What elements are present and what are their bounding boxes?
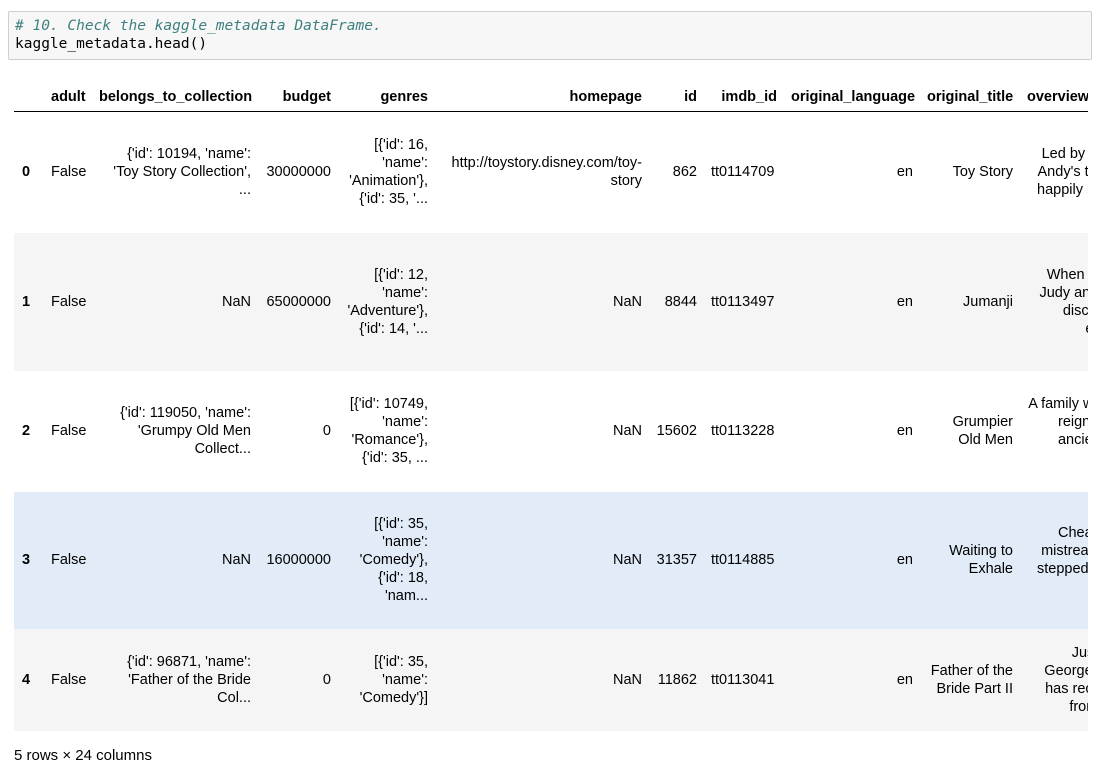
cell-id: 8844 bbox=[664, 293, 697, 310]
dataframe-table: adult belongs_to_collection budget genre… bbox=[14, 82, 1088, 731]
column-header-belongs-to-collection: belongs_to_collection bbox=[92, 82, 258, 112]
code-statement: kaggle_metadata.head() bbox=[15, 36, 208, 52]
cell-homepage: NaN bbox=[612, 423, 642, 439]
cell-original-language: en bbox=[896, 164, 913, 181]
cell-overview: Just when George Banks has recovered fro… bbox=[1044, 644, 1088, 715]
cell-budget: 0 bbox=[322, 671, 331, 688]
cell-id: 31357 bbox=[656, 552, 697, 568]
column-header-genres: genres bbox=[338, 82, 435, 112]
cell-original-language: en bbox=[896, 671, 913, 688]
column-header-adult: adult bbox=[44, 82, 92, 112]
table-row: 1 False NaN 65000000 [{'id': 12, 'name':… bbox=[14, 232, 1088, 371]
cell-budget: 16000000 bbox=[266, 552, 331, 568]
column-header-imdb-id: imdb_id bbox=[704, 82, 784, 112]
row-index: 2 bbox=[22, 423, 31, 439]
cell-belongs-to-collection: {'id': 96871, 'name': 'Father of the Bri… bbox=[127, 653, 251, 706]
dataframe-output: adult belongs_to_collection budget genre… bbox=[14, 82, 1088, 732]
cell-budget: 65000000 bbox=[266, 293, 331, 310]
row-index: 3 bbox=[22, 552, 31, 568]
column-header-budget: budget bbox=[258, 82, 338, 112]
cell-genres: [{'id': 16, 'name': 'Animation'}, {'id':… bbox=[349, 137, 428, 208]
cell-imdb-id: tt0114709 bbox=[711, 164, 775, 181]
cell-overview: A family wedding reignites the ancient f… bbox=[1028, 396, 1088, 448]
table-row: 4 False {'id': 96871, 'name': 'Father of… bbox=[14, 628, 1088, 731]
row-index: 1 bbox=[22, 293, 31, 310]
cell-overview: When siblings Judy and Peter discover an… bbox=[1039, 266, 1088, 337]
cell-id: 11862 bbox=[657, 671, 697, 688]
cell-id: 15602 bbox=[656, 423, 697, 439]
cell-genres: [{'id': 35, 'name': 'Comedy'}] bbox=[359, 653, 428, 706]
column-header-overview: overview bbox=[1020, 82, 1088, 112]
cell-homepage: NaN bbox=[612, 293, 642, 310]
dataframe-shape-note: 5 rows × 24 columns bbox=[14, 747, 152, 764]
cell-overview: Cheated on, mistreated and stepped on, t… bbox=[1037, 525, 1088, 577]
table-row: 3 False NaN 16000000 [{'id': 35, 'name':… bbox=[14, 491, 1088, 629]
column-header-index bbox=[14, 82, 44, 112]
cell-genres: [{'id': 10749, 'name': 'Romance'}, {'id'… bbox=[349, 396, 428, 466]
column-header-original-title: original_title bbox=[920, 82, 1020, 112]
cell-adult: False bbox=[51, 293, 87, 310]
cell-original-language: en bbox=[896, 293, 913, 310]
cell-original-title: Jumanji bbox=[963, 293, 1013, 310]
cell-belongs-to-collection: NaN bbox=[221, 293, 251, 310]
cell-imdb-id: tt0114885 bbox=[711, 552, 775, 568]
cell-id: 862 bbox=[672, 164, 697, 181]
cell-genres: [{'id': 35, 'name': 'Comedy'}, {'id': 18… bbox=[359, 516, 428, 604]
column-header-id: id bbox=[649, 82, 704, 112]
column-header-original-language: original_language bbox=[784, 82, 920, 112]
cell-original-language: en bbox=[896, 423, 913, 439]
header-row: adult belongs_to_collection budget genre… bbox=[14, 82, 1088, 112]
cell-homepage: NaN bbox=[612, 671, 642, 688]
code-cell-input[interactable]: # 10. Check the kaggle_metadata DataFram… bbox=[8, 11, 1092, 60]
cell-belongs-to-collection: NaN bbox=[221, 552, 251, 568]
cell-original-language: en bbox=[896, 552, 913, 568]
cell-original-title: Waiting to Exhale bbox=[949, 543, 1013, 577]
code-comment: # 10. Check the kaggle_metadata DataFram… bbox=[15, 18, 382, 34]
cell-adult: False bbox=[51, 552, 87, 568]
cell-original-title: Father of the Bride Part II bbox=[930, 662, 1013, 697]
cell-belongs-to-collection: {'id': 10194, 'name': 'Toy Story Collect… bbox=[113, 146, 251, 199]
row-index: 0 bbox=[22, 164, 31, 181]
cell-adult: False bbox=[51, 671, 87, 688]
cell-homepage: NaN bbox=[612, 552, 642, 568]
cell-original-title: Toy Story bbox=[952, 164, 1013, 181]
column-header-homepage: homepage bbox=[435, 82, 649, 112]
row-index: 4 bbox=[22, 671, 31, 688]
cell-budget: 0 bbox=[322, 423, 331, 439]
cell-imdb-id: tt0113228 bbox=[711, 423, 775, 439]
cell-budget: 30000000 bbox=[266, 164, 331, 181]
cell-adult: False bbox=[51, 164, 87, 181]
cell-imdb-id: tt0113041 bbox=[711, 671, 775, 688]
table-row: 2 False {'id': 119050, 'name': 'Grumpy O… bbox=[14, 371, 1088, 492]
cell-homepage: http://toystory.disney.com/toy-story bbox=[451, 155, 642, 190]
cell-belongs-to-collection: {'id': 119050, 'name': 'Grumpy Old Men C… bbox=[120, 405, 251, 457]
cell-genres: [{'id': 12, 'name': 'Adventure'}, {'id':… bbox=[347, 266, 428, 337]
table-row: 0 False {'id': 10194, 'name': 'Toy Story… bbox=[14, 112, 1088, 233]
cell-original-title: Grumpier Old Men bbox=[952, 414, 1013, 448]
cell-imdb-id: tt0113497 bbox=[711, 293, 775, 310]
cell-overview: Led by Woody, Andy's toys live happily i… bbox=[1037, 146, 1088, 199]
cell-adult: False bbox=[51, 423, 87, 439]
